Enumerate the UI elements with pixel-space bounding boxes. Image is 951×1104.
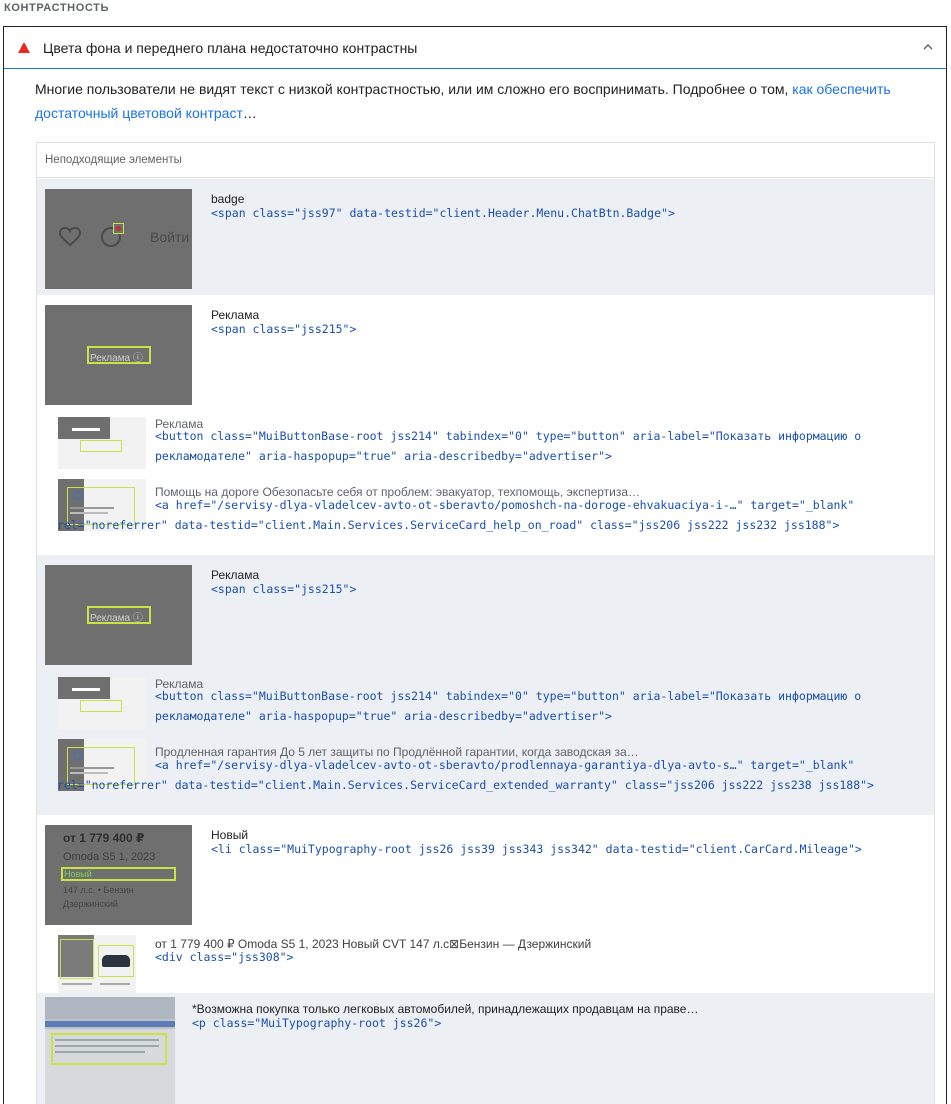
element-highlight bbox=[51, 1033, 167, 1065]
thumb-new: Новый bbox=[64, 869, 92, 879]
node-snippet: <a href="/servisy-dlya-vladelcev-avto-ot… bbox=[57, 758, 874, 792]
thumb-city: Дзержинский bbox=[63, 899, 118, 909]
element-screenshot: от 1 779 400 ₽ Omoda S5 1, 2023 Новый 14… bbox=[45, 825, 192, 925]
badge-highlight bbox=[113, 223, 124, 234]
element-highlight bbox=[80, 440, 122, 452]
element-screenshot: Реклама ⓘ bbox=[45, 305, 192, 405]
table-row[interactable]: Продленная гарантия До 5 лет защиты по П… bbox=[37, 735, 934, 815]
table-row[interactable]: от 1 779 400 ₽ Omoda S5 1, 2023 Новый CV… bbox=[37, 927, 934, 993]
audit-header[interactable]: Цвета фона и переднего плана недостаточн… bbox=[4, 27, 946, 69]
node-snippet: <button class="MuiButtonBase-root jss214… bbox=[155, 429, 862, 463]
table-row[interactable]: *Возможна покупка только легковых автомо… bbox=[37, 993, 934, 1104]
table-row[interactable]: от 1 779 400 ₽ Omoda S5 1, 2023 Новый 14… bbox=[37, 815, 934, 927]
thumb-price: от 1 779 400 ₽ bbox=[63, 831, 145, 845]
table-row[interactable]: Реклама <button class="MuiButtonBase-roo… bbox=[37, 667, 934, 735]
element-screenshot: Реклама ⓘ bbox=[45, 565, 192, 665]
node-snippet: <a href="/servisy-dlya-vladelcev-avto-ot… bbox=[57, 498, 855, 532]
element-screenshot bbox=[58, 677, 146, 729]
element-screenshot bbox=[45, 997, 175, 1104]
audit-description: Многие пользователи не видят текст с низ… bbox=[35, 81, 891, 121]
contrast-audit: Цвета фона и переднего плана недостаточн… bbox=[3, 26, 947, 1104]
element-screenshot: Войти bbox=[45, 189, 192, 289]
table-row[interactable]: Реклама <button class="MuiButtonBase-roo… bbox=[37, 407, 934, 475]
element-screenshot bbox=[58, 417, 146, 469]
node-snippet: <button class="MuiButtonBase-root jss214… bbox=[155, 689, 862, 723]
failing-elements-table: Неподходящие элементы Войти badge <span … bbox=[36, 142, 935, 1104]
thumb-ad-text: Реклама ⓘ bbox=[90, 613, 143, 624]
thumb-login-text: Войти bbox=[150, 229, 190, 245]
table-header: Неподходящие элементы bbox=[37, 143, 934, 178]
thumb-spec: 147 л.с. • Бензин bbox=[63, 885, 134, 895]
node-snippet: <span class="jss97" data-testid="client.… bbox=[211, 206, 675, 220]
table-row[interactable]: Войти badge <span class="jss97" data-tes… bbox=[37, 179, 934, 295]
element-highlight bbox=[80, 700, 122, 712]
table-row[interactable]: Реклама ⓘ Реклама <span class="jss215"> bbox=[37, 555, 934, 667]
table-row[interactable]: Реклама ⓘ Реклама <span class="jss215"> bbox=[37, 295, 934, 407]
node-snippet: <p class="MuiTypography-root jss26"> bbox=[192, 1016, 442, 1030]
heart-icon bbox=[59, 227, 81, 247]
node-snippet: <li class="MuiTypography-root jss26 jss3… bbox=[211, 842, 862, 856]
element-screenshot bbox=[58, 935, 136, 993]
table-row[interactable]: Помощь на дороге Обезопасьте себя от про… bbox=[37, 475, 934, 555]
chevron-up-icon[interactable] bbox=[922, 41, 934, 53]
node-snippet: <span class="jss215"> bbox=[211, 322, 357, 336]
node-snippet: <div class="jss308"> bbox=[155, 950, 294, 964]
car-image bbox=[102, 955, 130, 967]
fail-triangle-icon bbox=[18, 42, 30, 53]
section-title: КОНТРАСТНОСТЬ bbox=[4, 2, 109, 14]
node-snippet: <span class="jss215"> bbox=[211, 582, 357, 596]
audit-title: Цвета фона и переднего плана недостаточн… bbox=[43, 40, 418, 56]
thumb-ad-text: Реклама ⓘ bbox=[90, 353, 143, 364]
thumb-model: Omoda S5 1, 2023 bbox=[63, 851, 156, 863]
element-highlight bbox=[60, 939, 94, 979]
